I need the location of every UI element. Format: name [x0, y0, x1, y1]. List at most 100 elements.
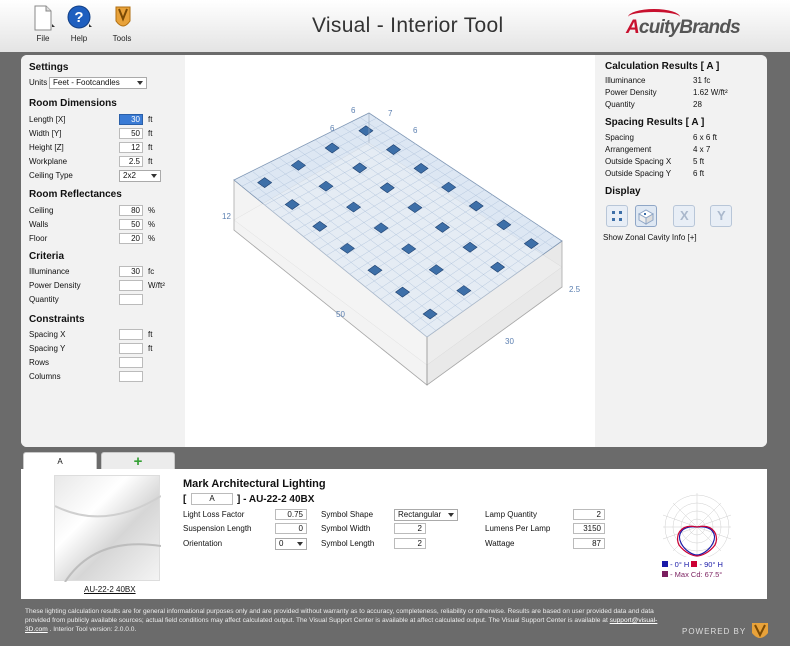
ceiling-refl-label: Ceiling: [29, 206, 54, 215]
illuminance-input[interactable]: 30: [119, 266, 143, 277]
wattage-label: Wattage: [485, 539, 515, 548]
result-quantity-label: Quantity: [605, 100, 635, 109]
length-input[interactable]: 30: [119, 114, 143, 125]
help-button[interactable]: ? Help: [62, 5, 96, 43]
columns-label: Columns: [29, 372, 61, 381]
columns-input[interactable]: [119, 371, 143, 382]
view-grid-button[interactable]: [606, 205, 628, 227]
units-value: Feet - Footcandles: [53, 78, 120, 87]
lamp-quantity-input[interactable]: 2: [573, 509, 605, 520]
plus-icon: +: [133, 453, 143, 470]
polar-legend-row1: - 0° H - 90° H: [662, 560, 723, 569]
file-button[interactable]: File: [26, 5, 60, 43]
fixture-tag-input[interactable]: A: [191, 493, 233, 505]
outside-y-row: Outside Spacing Y 6 ft: [605, 169, 765, 180]
acuity-brands-logo: AcuityBrands: [626, 9, 741, 39]
legend-max-label: - Max Cd: 67.5°: [670, 570, 723, 579]
spacing-results-heading: Spacing Results [ A ]: [605, 117, 705, 128]
ceiling-refl-unit: %: [148, 206, 156, 215]
workplane-row: Workplane 2.5 ft: [29, 156, 179, 168]
quantity-input[interactable]: [119, 294, 143, 305]
llf-input[interactable]: 0.75: [275, 509, 307, 520]
legend-swatch-0: [662, 561, 668, 567]
floor-refl-input[interactable]: 20: [119, 233, 143, 244]
spacing-x-input[interactable]: [119, 329, 143, 340]
units-row: Units Feet - Footcandles: [29, 77, 179, 89]
columns-row: Columns: [29, 371, 179, 383]
view-y-button[interactable]: Y: [710, 205, 732, 227]
legend-0-label: - 0° H: [670, 560, 690, 569]
ceiling-type-value: 2x2: [123, 171, 136, 180]
workplane-unit: ft: [148, 157, 153, 166]
length-unit: ft: [148, 115, 153, 124]
workplane-input[interactable]: 2.5: [119, 156, 143, 167]
chevron-down-icon: [448, 513, 454, 517]
file-label: File: [36, 34, 50, 43]
fixture-image-caption[interactable]: AU-22-2 40BX: [84, 585, 136, 594]
walls-refl-row: Walls 50 %: [29, 219, 179, 231]
symbol-width-input[interactable]: 2: [394, 523, 426, 534]
powered-by-label: POWERED BY: [682, 627, 747, 637]
room-view[interactable]: 6 7 6 6 12 50 30 2.5: [185, 55, 595, 447]
chevron-down-icon: [151, 174, 157, 178]
lamp-quantity-label: Lamp Quantity: [485, 510, 538, 519]
result-illuminance-label: Illuminance: [605, 76, 646, 85]
results-panel: Calculation Results [ A ] Illuminance 31…: [595, 55, 767, 447]
result-power-density-value: 1.62 W/ft²: [693, 88, 728, 97]
symbol-shape-select[interactable]: Rectangular: [394, 509, 458, 521]
top-bar: File ? Help Tools Visual - Interior Tool…: [0, 0, 790, 52]
orientation-select[interactable]: 0: [275, 538, 307, 550]
view-x-button[interactable]: X: [673, 205, 695, 227]
legend-swatch-max: [662, 571, 668, 577]
ceiling-type-row: Ceiling Type 2x2: [29, 170, 179, 182]
grid-icon: [612, 211, 622, 221]
walls-refl-input[interactable]: 50: [119, 219, 143, 230]
dim-side-right: 6: [413, 126, 418, 135]
arrangement-row: Arrangement 4 x 7: [605, 145, 765, 156]
room-heading: Room Dimensions: [29, 98, 117, 109]
floor-refl-label: Floor: [29, 234, 48, 243]
lumens-input[interactable]: 3150: [573, 523, 605, 534]
ceiling-type-select[interactable]: 2x2: [119, 170, 161, 182]
ceiling-refl-input[interactable]: 80: [119, 205, 143, 216]
wattage-input[interactable]: 87: [573, 538, 605, 549]
app-title: Visual - Interior Tool: [312, 14, 504, 37]
result-power-density-label: Power Density: [605, 88, 657, 97]
spacing-y-row: Spacing Y ft: [29, 343, 179, 355]
outside-y-label: Outside Spacing Y: [605, 169, 672, 178]
fixture-panel: AU-22-2 40BX Mark Architectural Lighting…: [21, 469, 767, 599]
spacing-x-row: Spacing X ft: [29, 329, 179, 341]
lumens-label: Lumens Per Lamp: [485, 524, 551, 533]
symbol-length-input[interactable]: 2: [394, 538, 426, 549]
zonal-cavity-link[interactable]: Show Zonal Cavity Info [+]: [603, 233, 697, 242]
result-power-density-row: Power Density 1.62 W/ft²: [605, 88, 765, 99]
llf-row: Light Loss Factor 0.75: [183, 509, 307, 521]
width-input[interactable]: 50: [119, 128, 143, 139]
tools-button[interactable]: Tools: [105, 5, 139, 43]
suspension-label: Suspension Length: [183, 524, 252, 533]
photometric-polar-plot: [659, 485, 735, 560]
bracket-open: [: [183, 494, 187, 505]
quantity-row: Quantity: [29, 294, 179, 306]
power-density-input[interactable]: [119, 280, 143, 291]
result-quantity-row: Quantity 28: [605, 100, 765, 111]
spacing-y-input[interactable]: [119, 343, 143, 354]
arrangement-label: Arrangement: [605, 145, 652, 154]
units-select[interactable]: Feet - Footcandles: [49, 77, 147, 89]
cube-icon: [637, 209, 655, 225]
result-illuminance-row: Illuminance 31 fc: [605, 76, 765, 87]
room-diagram[interactable]: 6 7 6 6 12 50 30 2.5: [185, 55, 595, 447]
height-input[interactable]: 12: [119, 142, 143, 153]
visual-logo-icon: [752, 623, 769, 638]
width-label: Width [Y]: [29, 129, 62, 138]
arrangement-value: 4 x 7: [693, 145, 711, 154]
legend-90-label: - 90° H: [699, 560, 723, 569]
quantity-label: Quantity: [29, 295, 59, 304]
calc-results-heading: Calculation Results [ A ]: [605, 61, 720, 72]
units-label: Units: [29, 78, 48, 87]
suspension-input[interactable]: 0: [275, 523, 307, 534]
dim-width: 30: [505, 337, 514, 346]
tools-icon: [110, 5, 134, 31]
view-3d-button[interactable]: [635, 205, 657, 227]
rows-input[interactable]: [119, 357, 143, 368]
